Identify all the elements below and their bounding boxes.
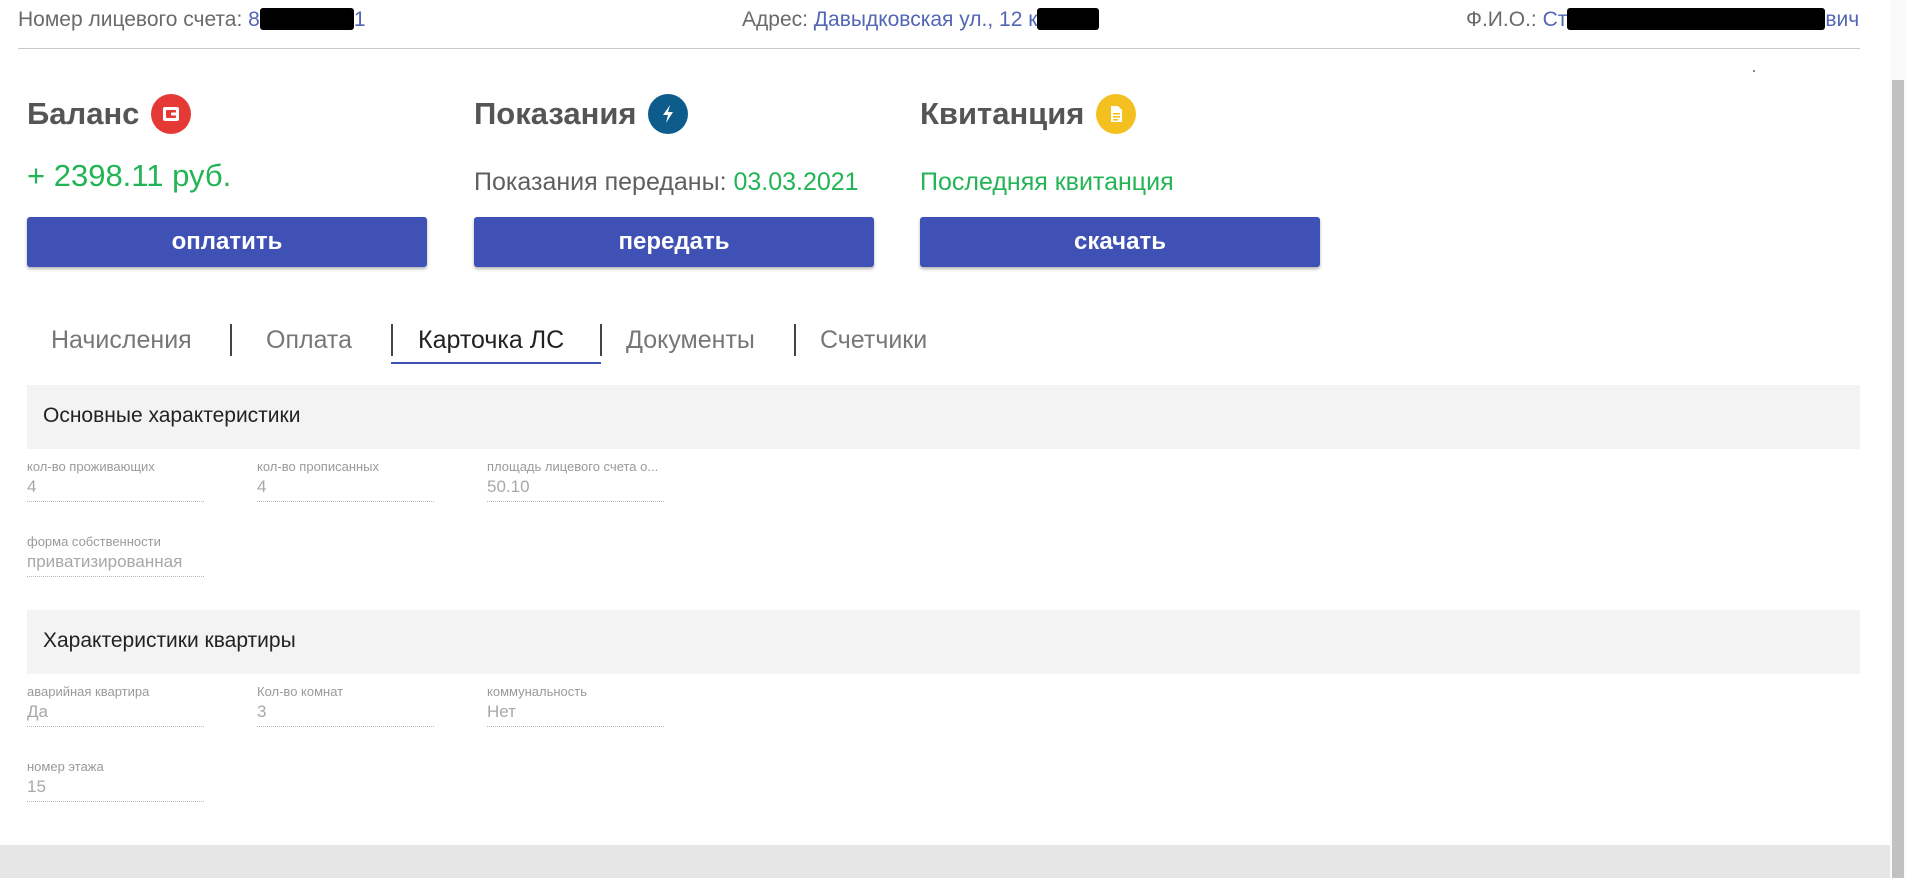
field-label: Кол-во комнат <box>257 684 344 699</box>
tab-separator <box>600 324 602 356</box>
account-area-field[interactable]: площадь лицевого счета о... 50.10 <box>487 459 664 502</box>
account-number-label: Номер лицевого счета: <box>18 8 243 31</box>
address-label: Адрес: <box>742 8 808 31</box>
communal-field[interactable]: коммунальность Нет <box>487 684 664 727</box>
account-number-suffix[interactable]: 1 <box>354 8 366 31</box>
last-receipt-link[interactable]: Последняя квитанция <box>920 168 1174 197</box>
redacted-block <box>1037 8 1100 30</box>
readings-status-label: Показания переданы: <box>474 168 727 196</box>
receipt-title-text: Квитанция <box>920 96 1085 131</box>
section-title: Основные характеристики <box>43 404 301 427</box>
readings-title-text: Показания <box>474 96 637 131</box>
fio-prefix[interactable]: Ст <box>1543 8 1568 31</box>
registered-count-field[interactable]: кол-во прописанных 4 <box>257 459 434 502</box>
field-label: кол-во проживающих <box>27 459 155 474</box>
field-value: 50.10 <box>487 477 530 496</box>
field-label: аварийная квартира <box>27 684 150 699</box>
account-number: Номер лицевого счета: 8 1 <box>18 8 366 32</box>
tab-separator <box>794 324 796 356</box>
scrollbar-thumb[interactable] <box>1892 80 1904 878</box>
readings-title: Показания <box>474 92 874 136</box>
field-label: кол-во прописанных <box>257 459 380 474</box>
tab-payment[interactable]: Оплата <box>266 326 352 355</box>
field-value: 3 <box>257 702 267 721</box>
section-title: Характеристики квартиры <box>43 629 296 652</box>
field-label: коммунальность <box>487 684 587 699</box>
tab-separator <box>230 324 232 356</box>
field-value: 4 <box>27 477 37 496</box>
lightning-icon <box>648 94 689 134</box>
tab-separator <box>391 324 393 356</box>
field-label: форма собственности <box>27 534 161 549</box>
emergency-flat-field[interactable]: аварийная квартира Да <box>27 684 204 727</box>
personal-account-page: Номер лицевого счета: 8 1 Адрес: Давыдков… <box>0 0 1890 878</box>
flat-characteristics-header: Характеристики квартиры <box>27 610 1860 674</box>
fio: Ф.И.О.: Ст вич <box>1466 8 1859 32</box>
residents-count-field[interactable]: кол-во проживающих 4 <box>27 459 204 502</box>
page-footer <box>0 845 1890 878</box>
address-value[interactable]: Давыдковская ул., 12 к <box>814 8 1038 31</box>
redacted-block <box>259 8 354 30</box>
readings-status: Показания переданы: 03.03.2021 <box>474 168 859 197</box>
redacted-block <box>1567 8 1826 30</box>
ownership-form-field[interactable]: форма собственности приватизированная <box>27 534 204 577</box>
field-label: площадь лицевого счета о... <box>487 459 659 474</box>
active-tab-indicator <box>391 362 601 364</box>
tab-meters[interactable]: Счетчики <box>820 326 927 355</box>
stray-dot <box>1753 70 1755 72</box>
field-value: приватизированная <box>27 552 183 571</box>
submit-readings-button[interactable]: передать <box>474 217 874 267</box>
tab-documents[interactable]: Документы <box>626 326 755 355</box>
fio-label: Ф.И.О.: <box>1466 8 1537 31</box>
tab-charges[interactable]: Начисления <box>51 326 192 355</box>
rooms-count-field[interactable]: Кол-во комнат 3 <box>257 684 434 727</box>
account-info-bar: Номер лицевого счета: 8 1 Адрес: Давыдков… <box>18 0 1860 49</box>
fio-suffix[interactable]: вич <box>1825 8 1859 31</box>
account-number-prefix[interactable]: 8 <box>248 8 260 31</box>
field-label: номер этажа <box>27 759 104 774</box>
field-value: 15 <box>27 777 46 796</box>
balance-value: + 2398.11 руб. <box>27 158 232 193</box>
balance-card: Баланс + 2398.11 руб. оплатить <box>27 92 427 267</box>
tab-account-card[interactable]: Карточка ЛС <box>418 326 564 355</box>
balance-title-text: Баланс <box>27 96 140 131</box>
receipt-title: Квитанция <box>920 92 1320 136</box>
download-button[interactable]: скачать <box>920 217 1320 267</box>
receipt-card: Квитанция Последняя квитанция скачать <box>920 92 1320 267</box>
field-value: 4 <box>257 477 267 496</box>
address: Адрес: Давыдковская ул., 12 к <box>742 8 1100 32</box>
readings-card: Показания Показания переданы: 03.03.2021… <box>474 92 874 267</box>
document-icon <box>1096 94 1137 134</box>
floor-number-field[interactable]: номер этажа 15 <box>27 759 204 802</box>
main-characteristics-header: Основные характеристики <box>27 385 1860 449</box>
wallet-icon <box>151 94 192 134</box>
field-value: Да <box>27 702 48 721</box>
pay-button[interactable]: оплатить <box>27 217 427 267</box>
balance-title: Баланс <box>27 92 427 136</box>
readings-date: 03.03.2021 <box>733 168 859 196</box>
field-value: Нет <box>487 702 516 721</box>
